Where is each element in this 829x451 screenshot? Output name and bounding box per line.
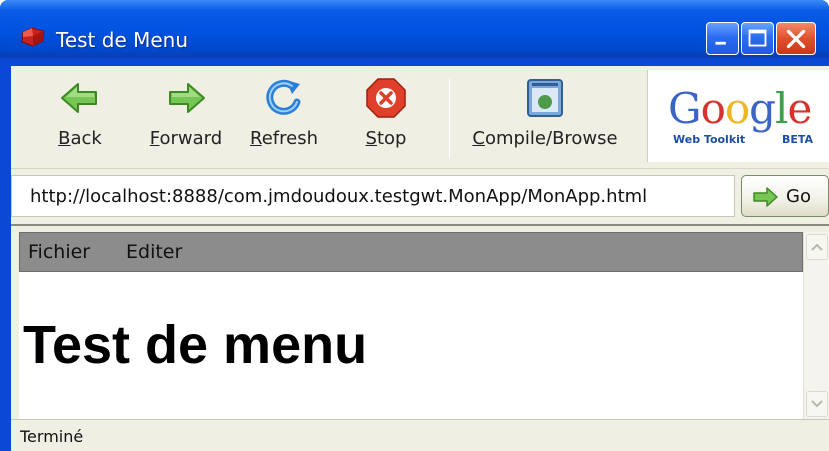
refresh-label: efresh bbox=[261, 128, 318, 149]
web-page: Fichier Editer Test de menu bbox=[19, 232, 803, 419]
chevron-up-icon bbox=[811, 243, 823, 251]
vertical-scrollbar[interactable] bbox=[803, 232, 829, 419]
logo-subtitle: Web Toolkit bbox=[673, 133, 746, 146]
scroll-down-button[interactable] bbox=[806, 391, 828, 417]
back-arrow-icon bbox=[61, 83, 97, 113]
go-arrow-icon bbox=[753, 187, 778, 207]
compile-browse-button[interactable]: Compile/Browse bbox=[459, 66, 631, 168]
menu-fichier[interactable]: Fichier bbox=[28, 241, 90, 263]
compile-accel: C bbox=[472, 128, 485, 149]
go-button[interactable]: Go bbox=[741, 175, 829, 217]
stop-label: top bbox=[376, 128, 407, 149]
url-input[interactable]: http://localhost:8888/com.jmdoudoux.test… bbox=[11, 175, 735, 217]
status-text: Terminé bbox=[20, 427, 84, 446]
stop-accel: S bbox=[365, 128, 377, 149]
toolbar-separator bbox=[449, 78, 450, 158]
forward-arrow-icon bbox=[169, 83, 205, 113]
gwt-logo: Google Web Toolkit BETA bbox=[647, 70, 829, 162]
back-button[interactable]: Back bbox=[49, 66, 111, 168]
window-title: Test de Menu bbox=[56, 28, 189, 52]
status-bar: Terminé bbox=[11, 419, 829, 451]
logo-beta: BETA bbox=[782, 133, 814, 146]
compile-browse-icon bbox=[527, 79, 563, 117]
scroll-up-button[interactable] bbox=[806, 234, 828, 260]
content-area: Fichier Editer Test de menu bbox=[11, 224, 829, 419]
menu-editer[interactable]: Editer bbox=[126, 241, 182, 263]
back-label: ack bbox=[70, 128, 102, 149]
maximize-icon bbox=[748, 29, 767, 47]
minimize-button[interactable] bbox=[706, 22, 739, 55]
forward-button[interactable]: Forward bbox=[136, 66, 236, 168]
page-menubar: Fichier Editer bbox=[19, 232, 803, 272]
page-heading: Test de menu bbox=[23, 315, 368, 375]
stop-button[interactable]: Stop bbox=[351, 66, 421, 168]
refresh-icon bbox=[266, 79, 301, 115]
title-bar[interactable]: Test de Menu bbox=[0, 0, 829, 58]
minimize-icon bbox=[715, 41, 726, 45]
google-wordmark: Google bbox=[668, 84, 812, 133]
maximize-button[interactable] bbox=[741, 22, 774, 55]
app-gem-icon bbox=[21, 27, 45, 47]
forward-accel: F bbox=[149, 128, 160, 149]
close-icon bbox=[786, 29, 806, 49]
toolbar: Back Forward Refresh Stop Compile/Browse… bbox=[11, 66, 829, 168]
back-accel: B bbox=[58, 128, 71, 149]
stop-icon bbox=[366, 78, 406, 118]
refresh-accel: R bbox=[250, 128, 262, 149]
compile-label: ompile/Browse bbox=[484, 128, 618, 149]
browser-window: Test de Menu Back Forward Refresh Stop C… bbox=[0, 0, 829, 451]
address-bar: http://localhost:8888/com.jmdoudoux.test… bbox=[11, 168, 829, 224]
forward-label: orward bbox=[159, 128, 223, 149]
go-label: Go bbox=[786, 186, 811, 207]
url-text: http://localhost:8888/com.jmdoudoux.test… bbox=[30, 186, 648, 207]
close-button[interactable] bbox=[776, 22, 816, 55]
chevron-down-icon bbox=[811, 400, 823, 408]
refresh-button[interactable]: Refresh bbox=[239, 66, 329, 168]
